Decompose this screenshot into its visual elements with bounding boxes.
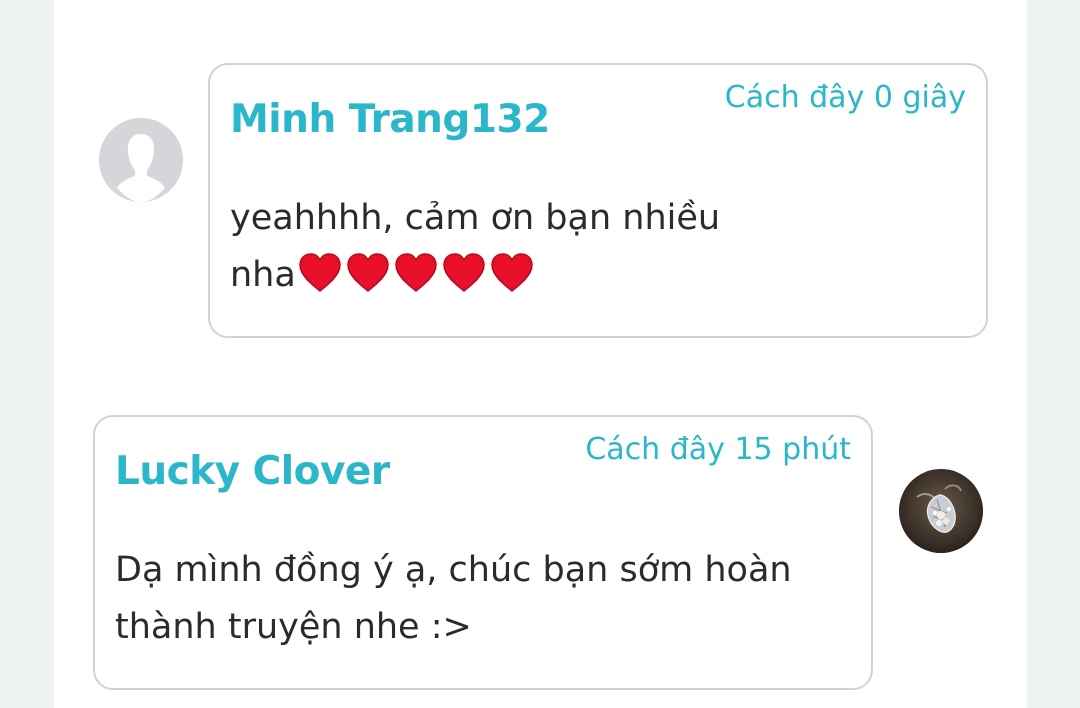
comment-author[interactable]: Minh Trang132 bbox=[230, 97, 550, 142]
jewelry-photo-avatar-icon bbox=[899, 469, 983, 553]
comment-text: yeahhhh, cảm ơn bạn nhiều nha bbox=[230, 190, 720, 311]
comments-panel: Minh Trang132 Cách đây 0 giây yeahhhh, c… bbox=[54, 0, 1027, 708]
comment-author[interactable]: Lucky Clover bbox=[115, 449, 390, 494]
heart-emoji-icon bbox=[299, 253, 341, 293]
comment-text-line: Dạ mình đồng ý ạ, chúc bạn sớm hoàn bbox=[115, 550, 792, 590]
comment-bubble: Lucky Clover Cách đây 15 phút Dạ mình đồ… bbox=[93, 415, 873, 690]
comment-text-line: nha bbox=[230, 247, 720, 311]
comment-text-word: nha bbox=[230, 255, 296, 295]
default-user-icon bbox=[99, 118, 183, 202]
comment-timestamp: Cách đây 15 phút bbox=[585, 432, 851, 467]
comment-text-line: thành truyện nhe :> bbox=[115, 607, 472, 647]
heart-emoji-icon bbox=[395, 253, 437, 293]
user-avatar-minh-trang[interactable] bbox=[99, 118, 183, 202]
comment-bubble: Minh Trang132 Cách đây 0 giây yeahhhh, c… bbox=[208, 63, 988, 338]
heart-emoji-icon bbox=[443, 253, 485, 293]
comment-text-line: yeahhhh, cảm ơn bạn nhiều bbox=[230, 198, 721, 238]
heart-emoji-icon bbox=[347, 253, 389, 293]
comment-timestamp: Cách đây 0 giây bbox=[724, 80, 966, 115]
user-avatar-lucky-clover[interactable] bbox=[899, 469, 983, 553]
comment-text: Dạ mình đồng ý ạ, chúc bạn sớm hoàn thàn… bbox=[115, 542, 792, 656]
heart-emoji-group bbox=[298, 253, 538, 311]
heart-emoji-icon bbox=[491, 253, 533, 293]
